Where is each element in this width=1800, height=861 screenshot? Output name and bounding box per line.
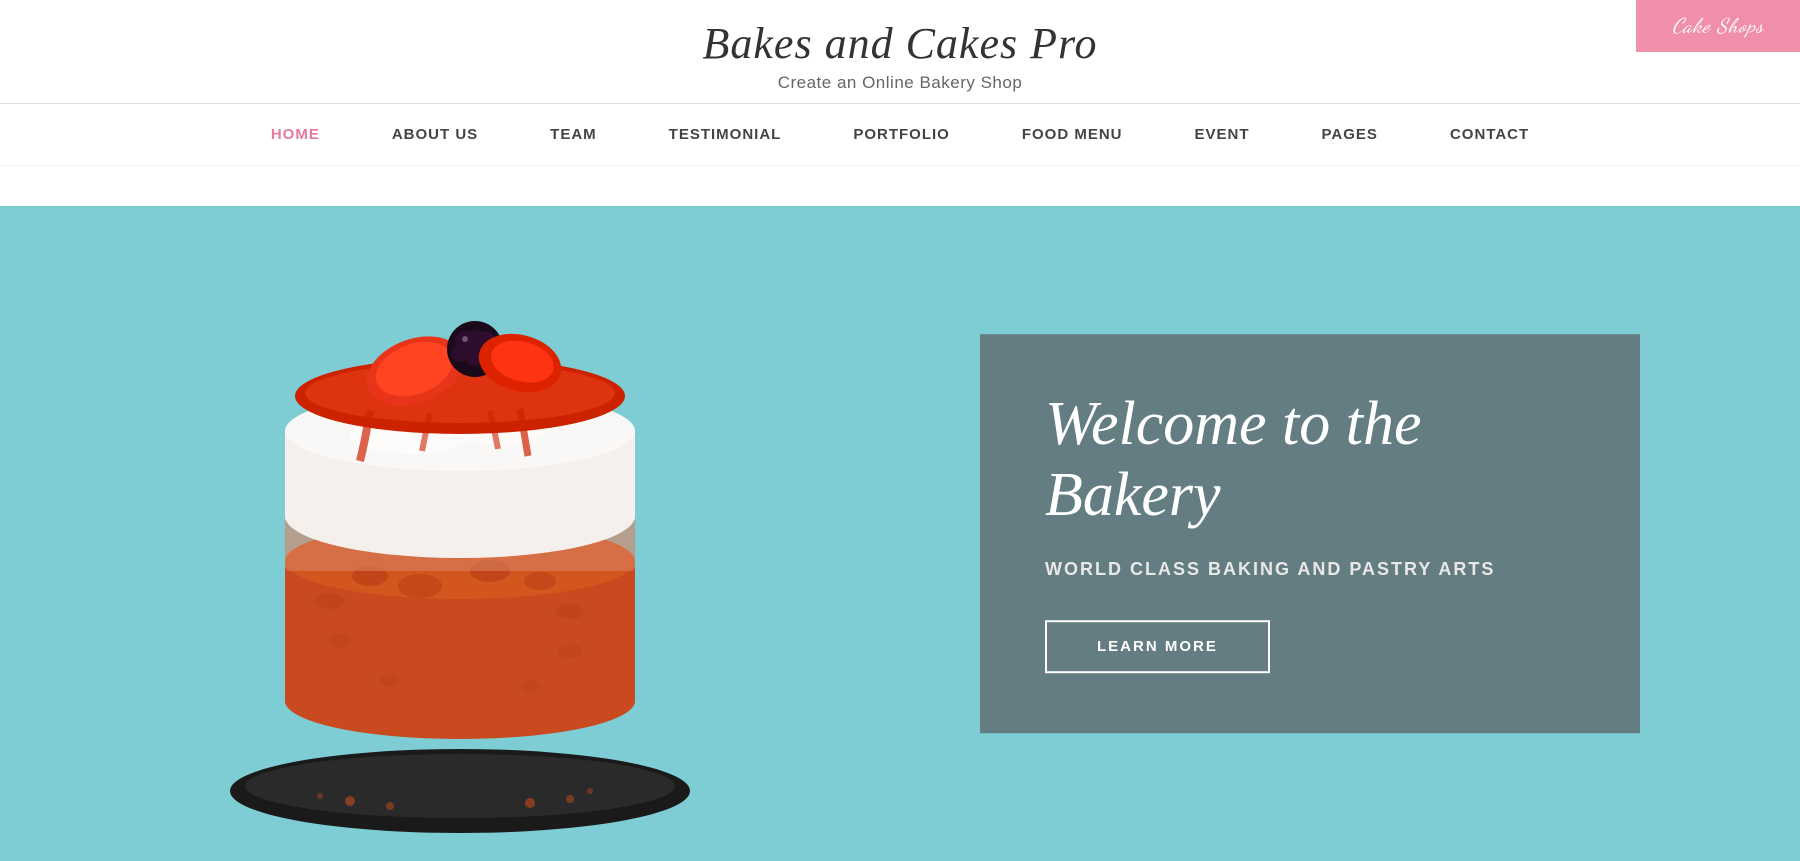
nav-item-about[interactable]: ABOUT US [356, 106, 514, 163]
site-header: Cake Shops Bakes and Cakes Pro Create an… [0, 0, 1800, 104]
site-subtitle: Create an Online Bakery Shop [778, 73, 1023, 93]
nav-link-about[interactable]: ABOUT US [356, 106, 514, 163]
nav-link-food-menu[interactable]: FOOD MENU [986, 106, 1159, 163]
nav-link-home[interactable]: HOME [235, 106, 356, 163]
nav-item-pages[interactable]: PAGES [1286, 106, 1414, 163]
nav-link-pages[interactable]: PAGES [1286, 106, 1414, 163]
nav-item-portfolio[interactable]: PORTFOLIO [817, 106, 986, 163]
cake-shops-button[interactable]: Cake Shops [1636, 0, 1800, 52]
nav-item-home[interactable]: HOME [235, 106, 356, 163]
hero-section: Welcome to the Bakery WORLD CLASS BAKING… [0, 206, 1800, 861]
nav-item-contact[interactable]: CONTACT [1414, 106, 1565, 163]
nav-item-food-menu[interactable]: FOOD MENU [986, 106, 1159, 163]
nav-item-testimonial[interactable]: TESTIMONIAL [633, 106, 818, 163]
hero-welcome-text: Welcome to the Bakery [1045, 389, 1575, 532]
nav-link-portfolio[interactable]: PORTFOLIO [817, 106, 986, 163]
hero-tagline: WORLD CLASS BAKING AND PASTRY ARTS [1045, 559, 1575, 580]
nav-link-team[interactable]: TEAM [514, 106, 633, 163]
hero-text-box: Welcome to the Bakery WORLD CLASS BAKING… [980, 334, 1640, 734]
main-nav: HOME ABOUT US TEAM TESTIMONIAL PORTFOLIO… [0, 104, 1800, 166]
nav-item-team[interactable]: TEAM [514, 106, 633, 163]
nav-item-event[interactable]: EVENT [1159, 106, 1286, 163]
nav-link-testimonial[interactable]: TESTIMONIAL [633, 106, 818, 163]
site-title: Bakes and Cakes Pro [703, 18, 1098, 69]
nav-link-event[interactable]: EVENT [1159, 106, 1286, 163]
learn-more-button[interactable]: LEARN MORE [1045, 620, 1270, 673]
nav-list: HOME ABOUT US TEAM TESTIMONIAL PORTFOLIO… [235, 106, 1565, 163]
scallop-border [0, 166, 1800, 206]
cake-image [150, 241, 770, 861]
nav-link-contact[interactable]: CONTACT [1414, 106, 1565, 163]
